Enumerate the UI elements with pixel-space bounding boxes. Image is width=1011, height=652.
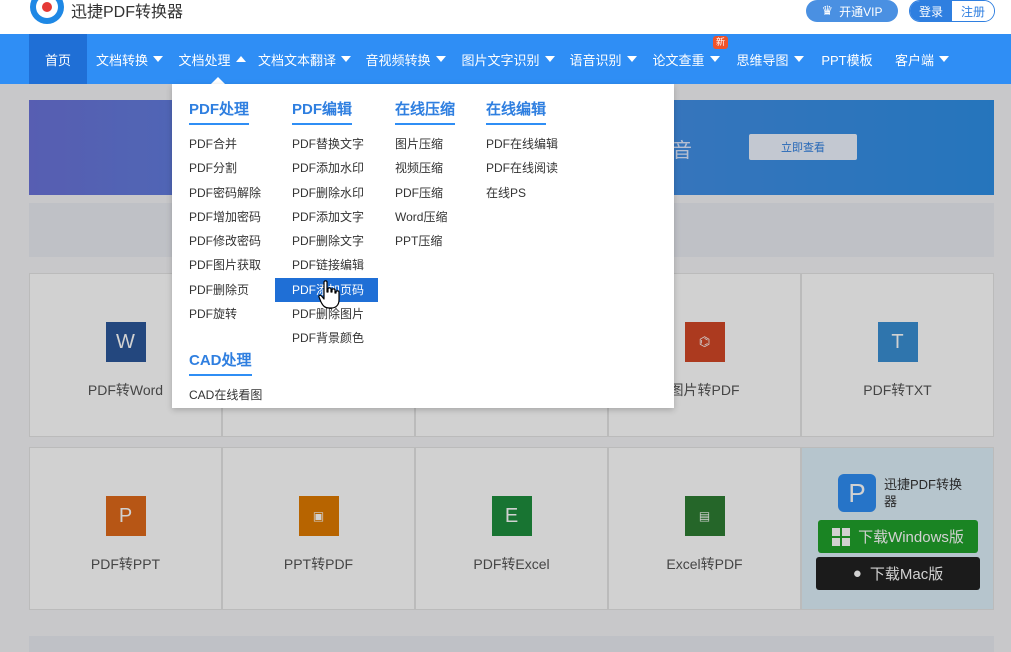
nav-label: 首页 [44, 52, 71, 68]
nav-item-paper-check[interactable]: 论文查重新 [644, 34, 728, 84]
register-button[interactable]: 注册 [952, 1, 994, 21]
menu-item[interactable]: 在线PS [486, 181, 558, 205]
menu-item[interactable]: PDF删除水印 [292, 181, 378, 205]
menu-item[interactable]: 图片压缩 [395, 132, 455, 156]
chevron-down-icon [435, 56, 446, 62]
menu-item[interactable]: PDF增加密码 [189, 205, 261, 229]
nav-item-translate[interactable]: 文档文本翻译 [252, 34, 357, 84]
menu-item[interactable]: PDF压缩 [395, 181, 455, 205]
brand-logo-icon[interactable] [30, 0, 64, 24]
chevron-down-icon [709, 56, 720, 62]
nav-item-mindmap[interactable]: 思维导图 [728, 34, 812, 84]
new-badge: 新 [712, 36, 728, 49]
chevron-down-icon [544, 56, 555, 62]
menu-item[interactable]: PDF添加文字 [292, 205, 378, 229]
menu-column-cad: CAD处理 CAD在线看图 [189, 349, 262, 407]
menu-column-title: 在线编辑 [486, 98, 547, 125]
menu-item[interactable]: PDF旋转 [189, 302, 261, 326]
menu-item[interactable]: PDF图片获取 [189, 253, 261, 277]
menu-column-title: PDF编辑 [292, 98, 353, 125]
auth-group: 登录 注册 [909, 0, 995, 22]
nav-item-doc-convert[interactable]: 文档转换 [87, 34, 172, 84]
menu-column-title: PDF处理 [189, 98, 250, 125]
menu-item[interactable]: PDF删除页 [189, 278, 261, 302]
chevron-down-icon [939, 56, 949, 62]
nav-label: 论文查重 [652, 52, 705, 68]
nav-label: 音视频转换 [365, 52, 431, 68]
menu-column-pdf-process: PDF处理 PDF合并 PDF分割 PDF密码解除 PDF增加密码 PDF修改密… [189, 98, 261, 326]
nav-label: 文档转换 [95, 52, 148, 68]
chevron-down-icon [153, 56, 163, 62]
menu-item[interactable]: PDF密码解除 [189, 181, 261, 205]
nav-label: 客户端 [894, 52, 934, 68]
nav-item-home[interactable]: 首页 [29, 34, 87, 84]
menu-column-online-edit: 在线编辑 PDF在线编辑 PDF在线阅读 在线PS [486, 98, 558, 205]
chevron-up-icon [235, 56, 246, 62]
vip-label: 开通VIP [839, 4, 883, 19]
menu-item[interactable]: PPT压缩 [395, 229, 455, 253]
menu-item[interactable]: CAD在线看图 [189, 383, 262, 407]
menu-column-title: CAD处理 [189, 349, 252, 376]
vip-button[interactable]: ♛ 开通VIP [806, 0, 898, 22]
menu-item[interactable]: PDF背景颜色 [292, 326, 378, 350]
main-nav: 首页 文档转换 文档处理 文档文本翻译 音视频转换 图片文字识别 语音识别 论文… [0, 34, 1011, 84]
dropdown-pointer [211, 77, 225, 84]
menu-item[interactable]: 视频压缩 [395, 156, 455, 180]
nav-label: 思维导图 [736, 52, 789, 68]
menu-item[interactable]: Word压缩 [395, 205, 455, 229]
nav-label: PPT模板 [821, 52, 873, 68]
nav-label: 文档文本翻译 [257, 52, 336, 68]
menu-column-compress: 在线压缩 图片压缩 视频压缩 PDF压缩 Word压缩 PPT压缩 [395, 98, 456, 253]
nav-item-ocr[interactable]: 图片文字识别 [454, 34, 562, 84]
crown-icon: ♛ [821, 3, 834, 18]
menu-item[interactable]: PDF分割 [189, 156, 261, 180]
menu-item[interactable]: PDF删除文字 [292, 229, 378, 253]
menu-item[interactable]: PDF添加水印 [292, 156, 378, 180]
chevron-down-icon [626, 56, 637, 62]
menu-item[interactable]: PDF在线编辑 [486, 132, 558, 156]
nav-item-ppt-template[interactable]: PPT模板 [812, 34, 882, 84]
nav-label: 图片文字识别 [461, 52, 540, 68]
menu-item[interactable]: PDF修改密码 [189, 229, 261, 253]
nav-label: 语音识别 [569, 52, 622, 68]
doc-process-dropdown: PDF处理 PDF合并 PDF分割 PDF密码解除 PDF增加密码 PDF修改密… [172, 84, 674, 408]
nav-item-speech[interactable]: 语音识别 [562, 34, 644, 84]
nav-item-client[interactable]: 客户端 [882, 34, 962, 84]
hand-cursor-icon [318, 280, 340, 309]
chevron-down-icon [341, 56, 351, 62]
menu-item[interactable]: PDF合并 [189, 132, 261, 156]
nav-label: 文档处理 [178, 52, 231, 68]
menu-item[interactable]: PDF替换文字 [292, 132, 378, 156]
menu-column-pdf-edit: PDF编辑 PDF替换文字 PDF添加水印 PDF删除水印 PDF添加文字 PD… [275, 98, 378, 351]
nav-item-av-convert[interactable]: 音视频转换 [357, 34, 454, 84]
chevron-down-icon [793, 56, 804, 62]
menu-item[interactable]: PDF链接编辑 [292, 253, 378, 277]
menu-column-title: 在线压缩 [395, 98, 456, 125]
login-button[interactable]: 登录 [910, 1, 952, 21]
menu-item[interactable]: PDF在线阅读 [486, 156, 558, 180]
brand-name[interactable]: 迅捷PDF转换器 [71, 0, 183, 22]
top-bar: 迅捷PDF转换器 ♛ 开通VIP 登录 注册 [0, 0, 1011, 34]
